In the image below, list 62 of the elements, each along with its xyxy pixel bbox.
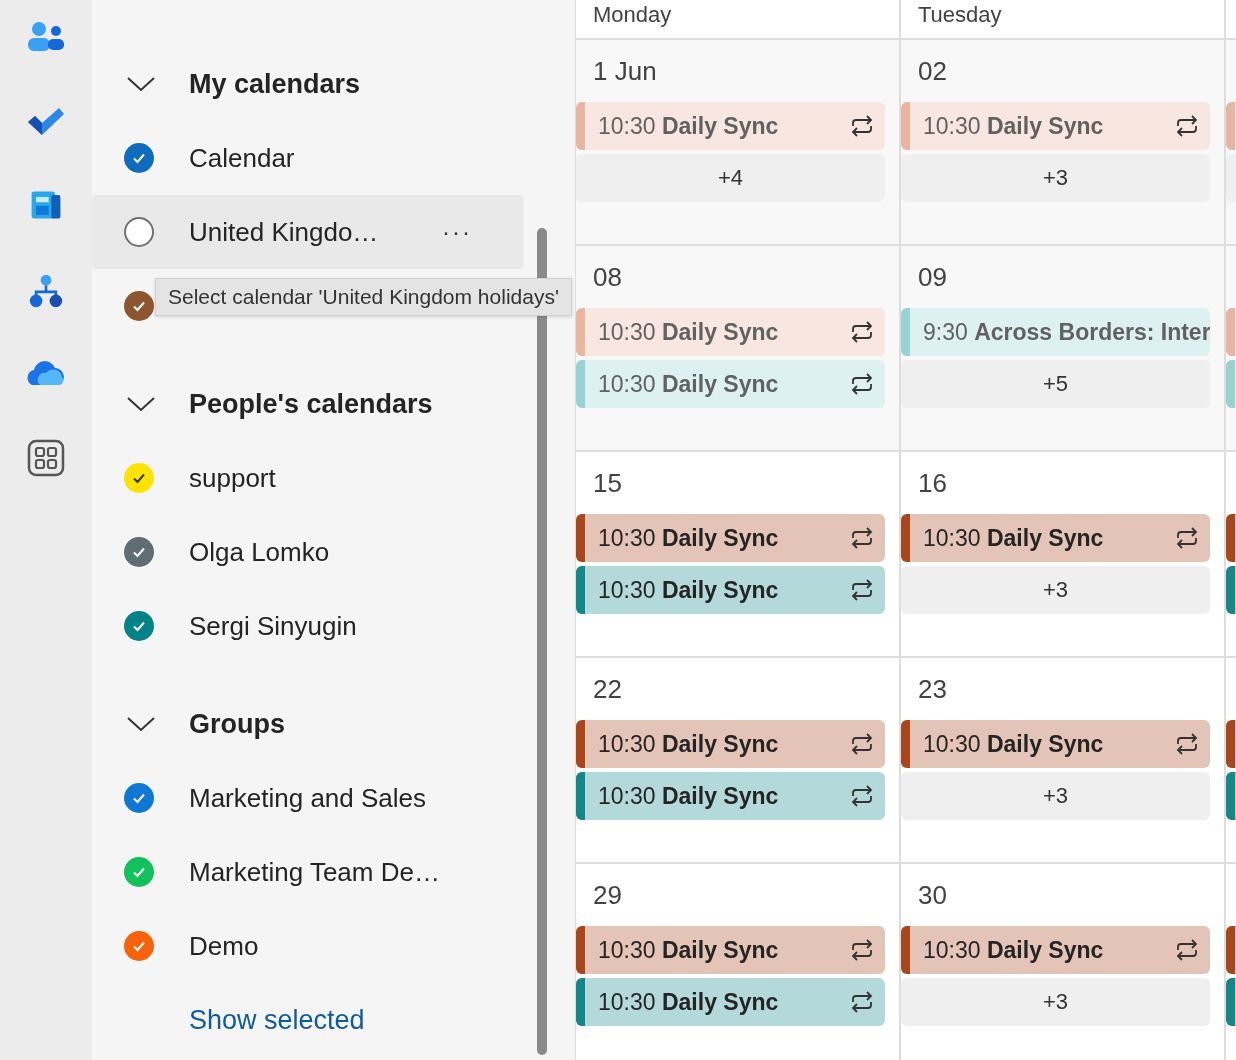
event-chip[interactable]: 10:30 Daily Sync xyxy=(576,926,885,974)
more-events-button[interactable]: +3 xyxy=(901,978,1210,1026)
group-header[interactable]: Groups xyxy=(92,687,524,761)
weekday-header: Monday xyxy=(593,2,672,27)
event-chip[interactable]: 9:30 Across Borders: Inter xyxy=(901,308,1210,356)
event-chip[interactable]: 10:30 Daily Sync xyxy=(901,720,1210,768)
calendar-name[interactable]: Marketing Team De… xyxy=(189,856,440,888)
calendar-checkbox[interactable] xyxy=(124,291,154,321)
event-chip[interactable]: 10:30 Daily Sync xyxy=(576,360,885,408)
tooltip: Select calendar 'United Kingdom holidays' xyxy=(155,278,572,316)
event-chip[interactable]: 10:30 Daily Sync xyxy=(576,772,885,820)
group-header[interactable]: People's calendars xyxy=(92,367,524,441)
event-chip[interactable]: 10:30 Daily Sync xyxy=(901,102,1210,150)
calendar-checkbox[interactable] xyxy=(124,537,154,567)
calendar-name[interactable]: Marketing and Sales xyxy=(189,782,427,814)
day-number: 08 xyxy=(592,261,623,294)
calendar-checkbox[interactable] xyxy=(124,931,154,961)
show-selected-link[interactable]: Show selected xyxy=(189,1005,575,1036)
event-chip[interactable]: 10:30 Daily Sync xyxy=(576,978,885,1026)
day-number: 15 xyxy=(592,467,623,500)
calendar-checkbox[interactable] xyxy=(124,611,154,641)
calendar-name[interactable]: Olga Lomko xyxy=(189,536,330,568)
calendar-checkbox[interactable] xyxy=(124,217,154,247)
day-number: 29 xyxy=(592,879,623,912)
day-number: 1 Jun xyxy=(592,55,658,88)
calendar-name[interactable]: United Kingdo… xyxy=(189,216,379,248)
calendar-name[interactable]: support xyxy=(189,462,276,494)
event-chip[interactable]: 10:30 Daily Sync xyxy=(901,514,1210,562)
more-options-button[interactable]: ··· xyxy=(438,218,476,246)
calendar-name[interactable]: Demo xyxy=(189,930,259,962)
group-header[interactable]: My calendars xyxy=(92,47,524,121)
calendar-checkbox[interactable] xyxy=(124,783,154,813)
group-title: People's calendars xyxy=(189,388,433,420)
apps-grid-icon[interactable] xyxy=(27,439,65,477)
day-number: 16 xyxy=(917,467,948,500)
cloud-icon[interactable] xyxy=(26,361,66,387)
people-icon[interactable] xyxy=(26,21,66,53)
event-chip[interactable]: 10:30 Daily Sync xyxy=(576,102,885,150)
day-number: 02 xyxy=(917,55,948,88)
event-chip[interactable]: 10:30 Daily Sync xyxy=(576,566,885,614)
more-events-button[interactable]: +3 xyxy=(901,772,1210,820)
group-title: Groups xyxy=(189,708,285,740)
day-number: 09 xyxy=(917,261,948,294)
checkmark-icon[interactable] xyxy=(26,105,66,137)
calendar-checkbox[interactable] xyxy=(124,143,154,173)
calendar-checkbox[interactable] xyxy=(124,857,154,887)
more-events-button[interactable]: +3 xyxy=(901,566,1210,614)
org-chart-icon[interactable] xyxy=(28,273,64,309)
event-chip[interactable]: 10:30 Daily Sync xyxy=(576,720,885,768)
day-number: 30 xyxy=(917,879,948,912)
calendar-name[interactable]: Sergi Sinyugin xyxy=(189,610,357,642)
day-number: 23 xyxy=(917,673,948,706)
event-chip[interactable]: 10:30 Daily Sync xyxy=(901,926,1210,974)
day-number: 22 xyxy=(592,673,623,706)
group-title: My calendars xyxy=(189,68,361,100)
event-chip[interactable]: 10:30 Daily Sync xyxy=(576,514,885,562)
calendar-name[interactable]: Calendar xyxy=(189,142,295,174)
event-chip[interactable]: 10:30 Daily Sync xyxy=(576,308,885,356)
more-events-button[interactable]: +5 xyxy=(901,360,1210,408)
weekday-header: Tuesday xyxy=(918,2,1002,27)
more-events-button[interactable]: +4 xyxy=(576,154,885,202)
more-events-button[interactable]: +3 xyxy=(901,154,1210,202)
